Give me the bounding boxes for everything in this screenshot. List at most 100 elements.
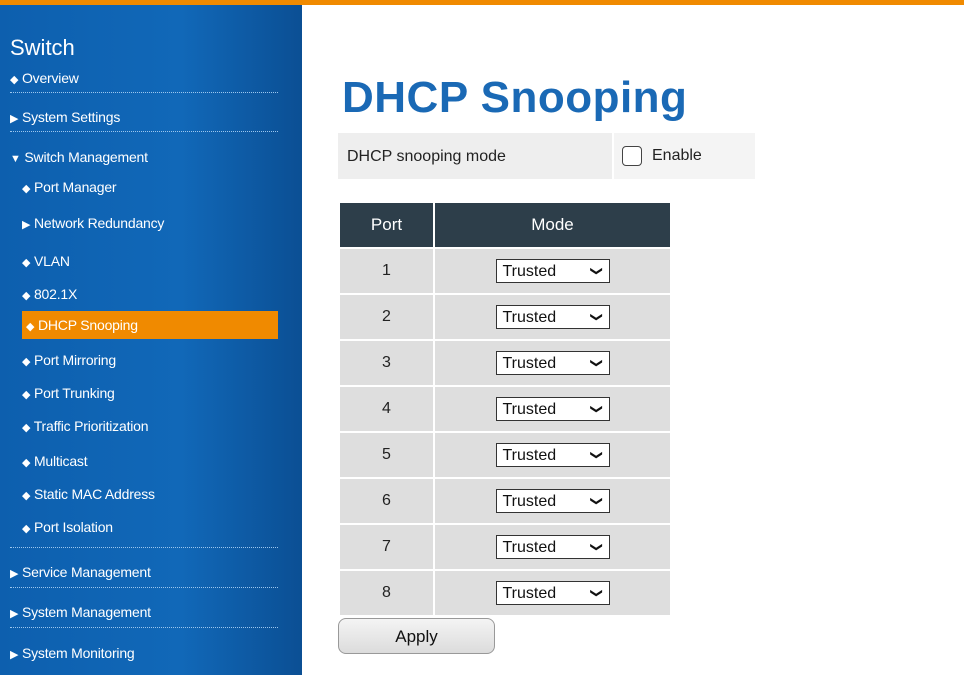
- mode-select-value: Trusted: [502, 355, 557, 372]
- table-row: 2 Trusted ❯: [340, 295, 670, 339]
- triangle-right-icon: ▶: [22, 219, 31, 231]
- sidebar-item-label: Port Manager: [33, 179, 117, 195]
- sidebar-divider: [10, 587, 278, 588]
- table-row: 6 Trusted ❯: [340, 479, 670, 523]
- main-content: DHCP Snooping DHCP snooping mode Enable …: [302, 5, 964, 675]
- sidebar-item-port-mirroring[interactable]: ◆ Port Mirroring: [22, 352, 290, 368]
- page-title: DHCP Snooping: [342, 73, 688, 122]
- chevron-down-icon: ❯: [590, 587, 605, 599]
- mode-select-value: Trusted: [502, 539, 557, 556]
- mode-select[interactable]: Trusted ❯: [495, 259, 610, 283]
- sidebar-item-label: Port Trunking: [33, 385, 115, 401]
- table-header-row: Port Mode: [340, 203, 670, 247]
- mode-select[interactable]: Trusted ❯: [495, 397, 610, 421]
- sidebar-item-label: DHCP Snooping: [37, 317, 138, 333]
- diamond-icon: ◆: [22, 490, 31, 502]
- mode-select-value: Trusted: [502, 263, 557, 280]
- sidebar-item-dhcp-snooping[interactable]: ◆ DHCP Snooping: [26, 317, 294, 333]
- sidebar-item-label: Static MAC Address: [33, 486, 155, 502]
- mode-select-value: Trusted: [502, 447, 557, 464]
- sidebar-item-label: System Monitoring: [21, 645, 135, 661]
- diamond-icon: ◆: [10, 74, 19, 86]
- port-number: 8: [340, 571, 433, 615]
- snooping-mode-label: DHCP snooping mode: [347, 148, 506, 165]
- sidebar-title: Switch: [10, 35, 75, 60]
- enable-checkbox-label[interactable]: Enable: [652, 147, 702, 165]
- apply-button[interactable]: Apply: [338, 618, 495, 654]
- sidebar-item-label: System Settings: [21, 109, 121, 125]
- port-number: 4: [340, 387, 433, 431]
- mode-select[interactable]: Trusted ❯: [495, 443, 610, 467]
- port-number: 6: [340, 479, 433, 523]
- mode-select-value: Trusted: [502, 493, 557, 510]
- mode-cell: Trusted ❯: [435, 433, 670, 477]
- sidebar-item-label: Traffic Prioritization: [33, 418, 149, 434]
- diamond-icon: ◆: [22, 257, 31, 269]
- mode-select[interactable]: Trusted ❯: [495, 489, 610, 513]
- sidebar-item-label: Overview: [21, 70, 79, 86]
- diamond-icon: ◆: [22, 389, 31, 401]
- sidebar-item-switch-management[interactable]: ▼ Switch Management: [10, 149, 278, 165]
- diamond-icon: ◆: [22, 457, 31, 469]
- diamond-icon: ◆: [22, 183, 31, 195]
- port-mode-table: Port Mode 1 Trusted ❯ 2 Trusted ❯ 3 Truste…: [338, 201, 672, 617]
- sidebar-item-system-monitoring[interactable]: ▶ System Monitoring: [10, 645, 278, 661]
- sidebar-item-label: 802.1X: [33, 286, 78, 302]
- triangle-right-icon: ▶: [10, 113, 19, 125]
- sidebar-divider: [10, 627, 278, 628]
- port-number: 2: [340, 295, 433, 339]
- sidebar-divider: [10, 547, 278, 548]
- sidebar-item-label: Port Mirroring: [33, 352, 116, 368]
- port-number: 7: [340, 525, 433, 569]
- mode-select[interactable]: Trusted ❯: [495, 351, 610, 375]
- sidebar-item-port-isolation[interactable]: ◆ Port Isolation: [22, 519, 290, 535]
- sidebar-item-traffic-prioritization[interactable]: ◆ Traffic Prioritization: [22, 418, 290, 434]
- sidebar-item-label: Port Isolation: [33, 519, 113, 535]
- chevron-down-icon: ❯: [590, 265, 605, 277]
- snooping-mode-value-cell: Enable: [614, 133, 755, 179]
- sidebar-item-network-redundancy[interactable]: ▶ Network Redundancy: [22, 215, 290, 231]
- chevron-down-icon: ❯: [590, 541, 605, 553]
- sidebar-item-vlan[interactable]: ◆ VLAN: [22, 253, 290, 269]
- sidebar-item-label: Switch Management: [24, 149, 148, 165]
- mode-cell: Trusted ❯: [435, 525, 670, 569]
- snooping-mode-row: DHCP snooping mode Enable: [338, 133, 755, 179]
- mode-cell: Trusted ❯: [435, 341, 670, 385]
- sidebar: Switch ◆ Overview ▶ System Settings ▼ Sw…: [0, 5, 302, 675]
- mode-cell: Trusted ❯: [435, 387, 670, 431]
- sidebar-item-system-settings[interactable]: ▶ System Settings: [10, 109, 278, 125]
- sidebar-item-system-management[interactable]: ▶ System Management: [10, 604, 278, 620]
- table-row: 8 Trusted ❯: [340, 571, 670, 615]
- port-number: 5: [340, 433, 433, 477]
- mode-cell: Trusted ❯: [435, 295, 670, 339]
- table-row: 1 Trusted ❯: [340, 249, 670, 293]
- sidebar-item-label: VLAN: [33, 253, 70, 269]
- sidebar-item-overview[interactable]: ◆ Overview: [10, 70, 278, 86]
- diamond-icon: ◆: [22, 422, 31, 434]
- mode-select-value: Trusted: [502, 309, 557, 326]
- sidebar-item-8021x[interactable]: ◆ 802.1X: [22, 286, 290, 302]
- diamond-icon: ◆: [22, 356, 31, 368]
- port-number: 3: [340, 341, 433, 385]
- table-row: 4 Trusted ❯: [340, 387, 670, 431]
- triangle-right-icon: ▶: [10, 608, 19, 620]
- port-number: 1: [340, 249, 433, 293]
- sidebar-item-multicast[interactable]: ◆ Multicast: [22, 453, 290, 469]
- chevron-down-icon: ❯: [590, 449, 605, 461]
- mode-select[interactable]: Trusted ❯: [495, 305, 610, 329]
- sidebar-item-port-trunking[interactable]: ◆ Port Trunking: [22, 385, 290, 401]
- sidebar-item-static-mac-address[interactable]: ◆ Static MAC Address: [22, 486, 290, 502]
- sidebar-item-label: Multicast: [33, 453, 88, 469]
- mode-select-value: Trusted: [502, 401, 557, 418]
- mode-column-header: Mode: [435, 203, 670, 247]
- sidebar-item-service-management[interactable]: ▶ Service Management: [10, 564, 278, 580]
- sidebar-divider: [10, 92, 278, 93]
- table-row: 5 Trusted ❯: [340, 433, 670, 477]
- mode-select[interactable]: Trusted ❯: [495, 581, 610, 605]
- port-column-header: Port: [340, 203, 433, 247]
- mode-cell: Trusted ❯: [435, 571, 670, 615]
- enable-checkbox[interactable]: [622, 146, 642, 166]
- mode-select[interactable]: Trusted ❯: [495, 535, 610, 559]
- sidebar-item-port-manager[interactable]: ◆ Port Manager: [22, 179, 290, 195]
- sidebar-item-label: Network Redundancy: [33, 215, 165, 231]
